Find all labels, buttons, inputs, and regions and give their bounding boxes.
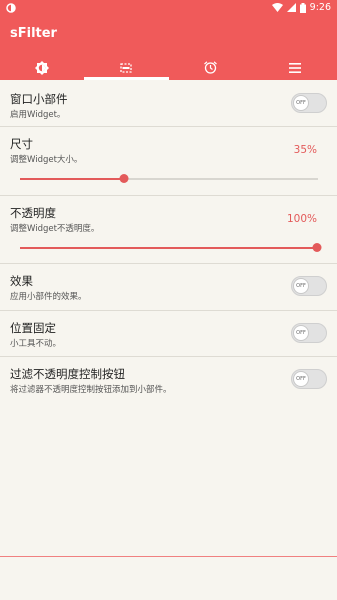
toggle-knob: OFF [293,278,309,294]
tab-alarm[interactable] [169,55,253,80]
setting-size: 尺寸 调整Widget大小。 35% [0,127,337,196]
slider-fill [20,247,318,249]
setting-label: 效果 [10,274,33,288]
setting-description: 将过滤器不透明度控制按钮添加到小部件。 [10,385,172,395]
signal-icon [286,3,296,12]
setting-description: 调整Widget大小。 [10,155,83,165]
status-bar: 9:26 [0,0,337,17]
toggle-knob: OFF [293,325,309,341]
setting-label: 位置固定 [10,321,56,335]
tab-menu[interactable] [253,55,337,80]
effect-toggle[interactable]: OFF [291,276,327,296]
slider-thumb[interactable] [119,174,129,183]
app-bar: sFilter [0,17,337,55]
battery-icon [299,2,306,13]
tab-bar [0,55,337,80]
setting-opacity: 不透明度 调整Widget不透明度。 100% [0,196,337,264]
setting-label: 过滤不透明度控制按钮 [10,367,125,381]
wifi-icon [271,3,283,12]
tab-brightness[interactable] [0,55,84,80]
filter-button-toggle[interactable]: OFF [291,369,327,389]
divider [0,556,337,557]
setting-label: 窗口小部件 [10,92,68,106]
clock: 9:26 [309,2,331,13]
widget-icon [120,62,133,73]
setting-label: 不透明度 [10,206,56,220]
toggle-knob: OFF [293,371,309,387]
slider-fill [20,178,124,180]
size-value: 35% [293,144,317,156]
setting-description: 应用小部件的效果。 [10,292,87,302]
brightness-icon [35,60,50,75]
setting-widget[interactable]: 窗口小部件 启用Widget。 OFF [0,80,337,127]
setting-fixed-position[interactable]: 位置固定 小工具不动。 OFF [0,311,337,357]
size-slider[interactable] [20,174,318,184]
slider-thumb[interactable] [312,243,322,252]
setting-description: 小工具不动。 [10,339,62,349]
setting-label: 尺寸 [10,137,33,151]
setting-description: 启用Widget。 [10,110,66,120]
setting-filter-button[interactable]: 过滤不透明度控制按钮 将过滤器不透明度控制按钮添加到小部件。 OFF [0,357,337,403]
fixed-position-toggle[interactable]: OFF [291,323,327,343]
alarm-icon [204,61,218,74]
setting-description: 调整Widget不透明度。 [10,224,100,234]
toggle-knob: OFF [293,95,309,111]
sync-icon [6,3,16,13]
settings-list: 窗口小部件 启用Widget。 OFF 尺寸 调整Widget大小。 35% 不… [0,80,337,403]
widget-toggle[interactable]: OFF [291,93,327,113]
app-title: sFilter [10,26,57,41]
tab-widget[interactable] [84,55,169,80]
menu-icon [288,62,301,73]
setting-effect[interactable]: 效果 应用小部件的效果。 OFF [0,264,337,311]
opacity-value: 100% [286,213,317,225]
opacity-slider[interactable] [20,243,322,253]
